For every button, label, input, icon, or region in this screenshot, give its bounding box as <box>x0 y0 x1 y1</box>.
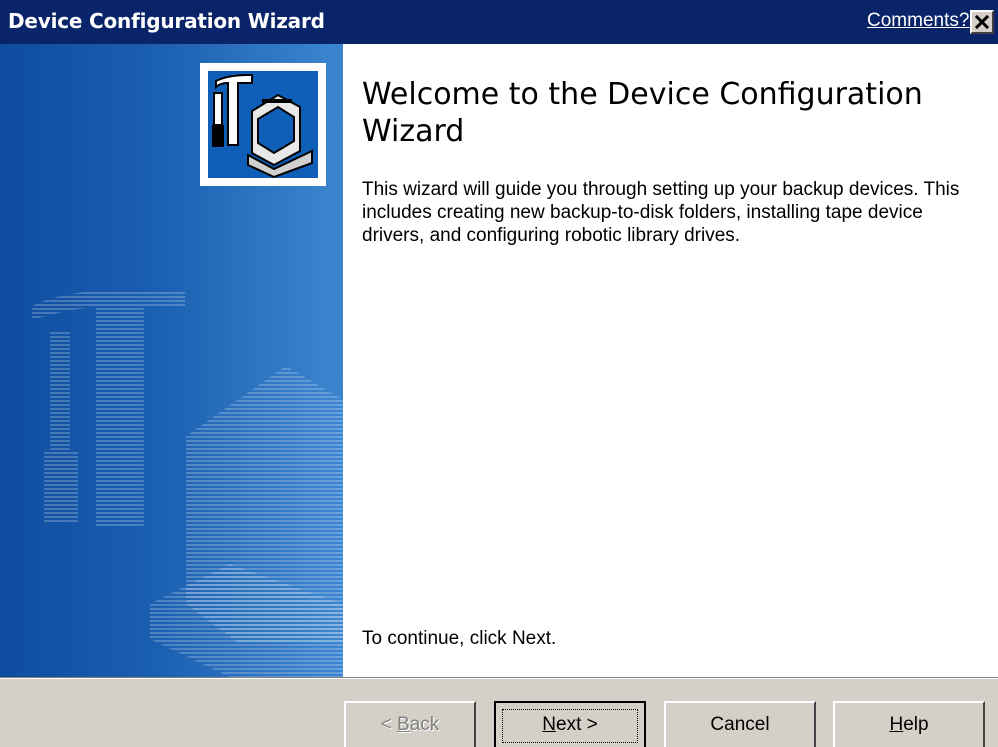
wizard-description: This wizard will guide you through setti… <box>362 179 960 246</box>
wizard-logo <box>200 63 326 186</box>
next-button[interactable]: Next > <box>494 701 646 747</box>
back-button-mnemonic: B <box>397 714 410 735</box>
close-icon <box>975 15 989 29</box>
close-button[interactable] <box>970 10 994 34</box>
title-bar: Device Configuration Wizard Comments? <box>0 0 998 44</box>
footer-separator <box>0 677 998 679</box>
cancel-button[interactable]: Cancel <box>664 701 816 747</box>
cancel-button-label: Cancel <box>710 714 770 735</box>
back-button-prefix: < <box>380 714 398 735</box>
continue-instruction: To continue, click Next. <box>362 628 557 649</box>
help-button-rest: elp <box>903 714 929 735</box>
help-button-mnemonic: H <box>889 714 904 735</box>
tools-and-computer-icon <box>212 74 313 179</box>
wizard-window: Device Configuration Wizard Comments? We… <box>0 0 998 747</box>
comments-link[interactable]: Comments? <box>867 10 969 32</box>
welcome-heading: Welcome to the Device Configuration Wiza… <box>362 77 923 149</box>
help-button[interactable]: Help <box>833 701 985 747</box>
wizard-content: Welcome to the Device Configuration Wiza… <box>343 44 998 677</box>
focus-rectangle <box>502 709 638 743</box>
wizard-side-panel <box>0 44 343 677</box>
back-button[interactable]: < Back <box>344 701 476 747</box>
back-button-rest: ack <box>409 714 440 735</box>
window-title: Device Configuration Wizard <box>8 9 325 33</box>
